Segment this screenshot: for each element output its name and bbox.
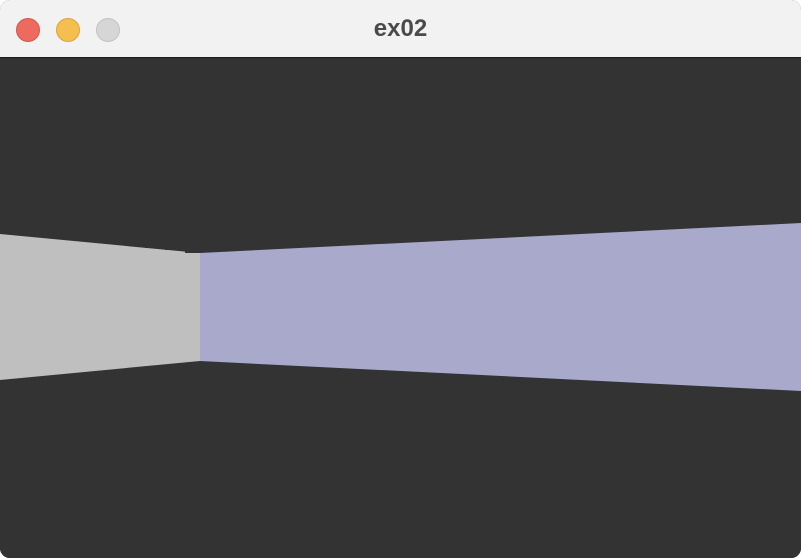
window-title: ex02 xyxy=(373,15,428,42)
app-window: ex02 xyxy=(0,0,801,558)
left-wall-segment xyxy=(0,234,200,380)
render-canvas[interactable] xyxy=(0,58,801,558)
raycast-view xyxy=(0,58,801,558)
title-bar[interactable]: ex02 xyxy=(0,0,801,58)
